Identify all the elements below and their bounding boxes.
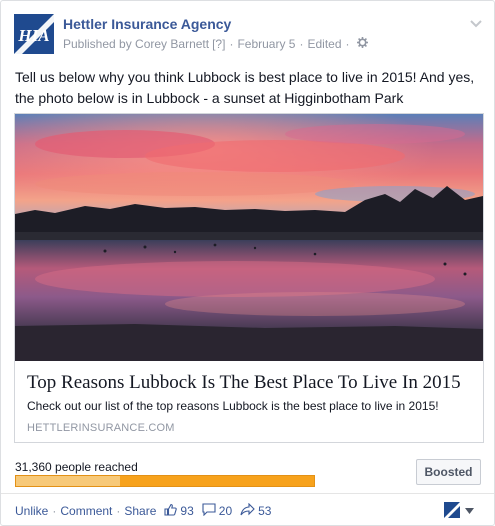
post-message: Tell us below why you think Lubbock is b…: [15, 69, 475, 106]
post-actions: Unlike · Comment · Share 93 20 53: [15, 502, 272, 519]
edited-label[interactable]: Edited: [307, 37, 341, 51]
sunset-photo[interactable]: [15, 114, 483, 361]
shares-count: 53: [258, 504, 272, 518]
separator: ·: [299, 37, 304, 51]
sunset-image: [15, 114, 483, 361]
shares-stat[interactable]: 53: [240, 502, 272, 519]
comment-icon: [202, 503, 219, 519]
divider: [1, 493, 494, 494]
share-icon: [240, 502, 258, 519]
reach-bar[interactable]: [15, 475, 315, 487]
like-icon: [164, 503, 180, 519]
comments-stat[interactable]: 20: [202, 503, 232, 519]
link-preview[interactable]: Top Reasons Lubbock Is The Best Place To…: [14, 113, 484, 443]
published-by[interactable]: Published by Corey Barnett: [63, 37, 209, 51]
chevron-down-icon[interactable]: [469, 16, 483, 28]
separator: ·: [52, 504, 57, 518]
comment-link[interactable]: Comment: [60, 504, 112, 518]
post-meta: Published by Corey Barnett [?] · Februar…: [63, 37, 368, 51]
page-logo-icon: [444, 502, 460, 518]
comments-count: 20: [218, 504, 233, 518]
reach-bar-organic: [16, 476, 121, 486]
link-description: Check out our list of the top reasons Lu…: [27, 399, 439, 413]
post-date[interactable]: February 5: [237, 37, 295, 51]
page-avatar[interactable]: HIA: [14, 14, 54, 54]
post-card: HIA Hettler Insurance Agency Published b…: [0, 0, 495, 526]
hia-logo: HIA: [14, 14, 54, 54]
separator: ·: [345, 37, 350, 51]
gear-icon[interactable]: [356, 37, 368, 51]
separator: ·: [229, 37, 234, 51]
likes-stat[interactable]: 93: [164, 503, 194, 519]
unlike-link[interactable]: Unlike: [15, 504, 48, 518]
separator: ·: [116, 504, 121, 518]
page-voice-selector[interactable]: [444, 501, 474, 519]
boosted-button[interactable]: Boosted: [416, 459, 481, 485]
likes-count: 93: [180, 504, 194, 518]
link-domain: HETTLERINSURANCE.COM: [27, 422, 175, 434]
share-link[interactable]: Share: [124, 504, 156, 518]
page-name-link[interactable]: Hettler Insurance Agency: [63, 16, 231, 32]
logo-lettering: HIA: [17, 26, 49, 45]
help-marker[interactable]: [?]: [212, 37, 225, 51]
reach-count[interactable]: 31,360 people reached: [15, 460, 138, 474]
link-title[interactable]: Top Reasons Lubbock Is The Best Place To…: [27, 372, 477, 394]
dropdown-caret-icon: [465, 501, 474, 519]
